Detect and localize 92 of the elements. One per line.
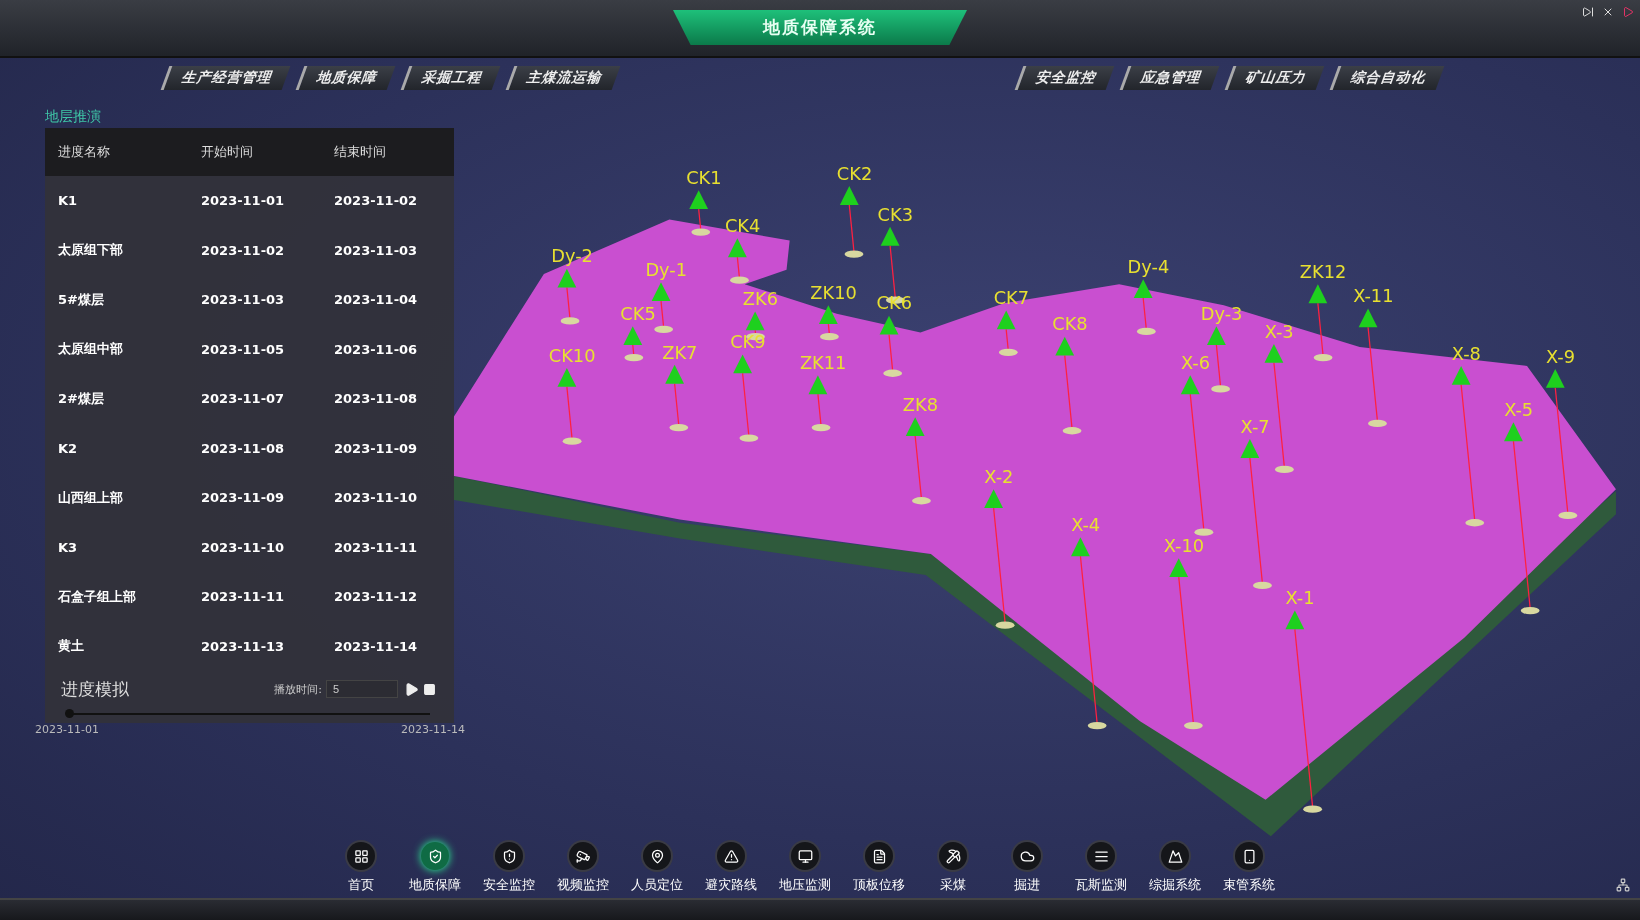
table-cell-text: 2023-11-10 xyxy=(333,490,419,506)
borehole-label: X-7 xyxy=(1240,416,1270,437)
borehole-label: CK3 xyxy=(877,204,913,225)
borehole-label: CK1 xyxy=(686,168,722,188)
simulation-label: 进度模拟 xyxy=(61,677,130,701)
borehole-label: CK4 xyxy=(724,216,761,237)
table-cell-text: 2023-11-03 xyxy=(333,242,419,258)
table-cell-text: 黄土 xyxy=(57,637,85,656)
dock-item[interactable]: 视频监控 xyxy=(546,842,620,894)
start-date: 2023-11-01 xyxy=(35,723,99,736)
borehole-label: ZK12 xyxy=(1299,262,1347,283)
borehole-label: X-9 xyxy=(1546,346,1575,367)
borehole-label: Dy-2 xyxy=(551,246,593,267)
table-cell-text: K1 xyxy=(57,193,79,209)
dock-item[interactable]: 束管系统 xyxy=(1212,842,1286,894)
borehole-label: Dy-3 xyxy=(1200,303,1243,324)
table-cell-text: 2023-11-12 xyxy=(333,589,419,605)
borehole-label: X-6 xyxy=(1181,353,1210,374)
table-cell-text: 2023-11-02 xyxy=(200,242,286,258)
table-cell-text: 2023-11-05 xyxy=(200,341,286,357)
play-time-field[interactable]: 5 xyxy=(326,680,398,698)
table-cell-text: 5#煤层 xyxy=(57,290,105,309)
nav-tab[interactable]: 安全监控 xyxy=(1014,66,1115,90)
table-cell-text: 2023-11-04 xyxy=(333,292,419,308)
table-cell-text: 2#煤层 xyxy=(57,389,105,408)
table-cell-text: K2 xyxy=(57,440,79,456)
borehole-label: ZK10 xyxy=(810,283,857,303)
table-cell-text: 2023-11-10 xyxy=(200,539,286,555)
table-cell-text: 2023-11-02 xyxy=(333,193,419,209)
borehole-label: X-8 xyxy=(1451,343,1481,364)
borehole-label: CK8 xyxy=(1052,314,1088,335)
table-cell-text: 2023-11-08 xyxy=(200,440,286,456)
borehole-label: CK2 xyxy=(836,163,873,184)
borehole-label: CK5 xyxy=(620,303,656,324)
table-cell-text: 2023-11-06 xyxy=(333,341,419,357)
table-cell-text: 2023-11-03 xyxy=(200,292,286,308)
borehole-label: X-2 xyxy=(984,467,1014,487)
dock-item[interactable]: 人员定位 xyxy=(620,842,694,894)
borehole-label: Dy-1 xyxy=(645,260,688,280)
dock-item[interactable]: 地压监测 xyxy=(768,842,842,894)
table-cell-text: K3 xyxy=(57,539,79,555)
nav-tab[interactable]: 生产经营管理 xyxy=(160,66,291,90)
table-cell-text: 2023-11-09 xyxy=(200,490,286,506)
panel-title: 地层推演 xyxy=(44,108,102,126)
borehole-label: ZK8 xyxy=(902,394,938,415)
table-cell-text: 2023-11-13 xyxy=(200,638,286,654)
window-title: 地质保障系统 xyxy=(673,10,967,45)
nav-tab[interactable]: 应急管理 xyxy=(1119,66,1220,90)
nav-tab[interactable]: 综合自动化 xyxy=(1329,66,1445,90)
borehole-label: CK7 xyxy=(993,288,1030,309)
table-cell-text: 太原组下部 xyxy=(57,241,124,260)
column-header: 进度名称 xyxy=(57,143,111,161)
end-date: 2023-11-14 xyxy=(401,723,465,736)
table-cell-text: 石盒子组上部 xyxy=(57,587,137,606)
dock-item[interactable]: 瓦斯监测 xyxy=(1064,842,1138,894)
nav-tab[interactable]: 采掘工程 xyxy=(400,66,501,90)
dock-item[interactable]: 避灾路线 xyxy=(694,842,768,894)
borehole-label: X-5 xyxy=(1504,400,1534,421)
borehole-label: ZK7 xyxy=(662,342,698,363)
column-header: 开始时间 xyxy=(200,143,254,161)
dock-item[interactable]: 安全监控 xyxy=(472,842,546,894)
borehole-label: CK10 xyxy=(548,345,596,366)
nav-tab[interactable]: 地质保障 xyxy=(295,66,396,90)
nav-tab[interactable]: 主煤流运输 xyxy=(505,66,621,90)
table-cell-text: 2023-11-11 xyxy=(200,589,286,605)
borehole-label: ZK6 xyxy=(742,289,778,310)
borehole-label: X-10 xyxy=(1163,536,1205,556)
dock-item[interactable]: 综掘系统 xyxy=(1138,842,1212,894)
dock-item[interactable]: 采煤 xyxy=(916,842,990,894)
borehole-label: ZK11 xyxy=(799,353,847,374)
dock-item[interactable]: 掘进 xyxy=(990,842,1064,894)
dock-item[interactable]: 地质保障 xyxy=(398,842,472,894)
table-cell-text: 山西组上部 xyxy=(57,488,124,507)
borehole-label: X-3 xyxy=(1264,321,1294,342)
borehole-label: CK6 xyxy=(876,293,912,314)
dock-item[interactable]: 顶板位移 xyxy=(842,842,916,894)
borehole-label: CK9 xyxy=(730,332,766,353)
borehole-label: X-4 xyxy=(1071,515,1101,536)
borehole-label: Dy-4 xyxy=(1127,256,1170,277)
table-cell-text: 太原组中部 xyxy=(57,340,124,359)
column-header: 结束时间 xyxy=(333,143,387,161)
table-cell-text: 2023-11-14 xyxy=(333,638,419,654)
borehole-label: X-11 xyxy=(1353,286,1394,307)
play-time-label: 播放时间: xyxy=(274,681,322,697)
table-cell-text: 2023-11-08 xyxy=(333,391,419,407)
table-cell-text: 2023-11-09 xyxy=(333,440,419,456)
table-cell-text: 2023-11-07 xyxy=(200,391,286,407)
dock-item[interactable]: 首页 xyxy=(324,842,398,894)
nav-tab[interactable]: 矿山压力 xyxy=(1224,66,1325,90)
table-cell-text: 2023-11-11 xyxy=(333,539,419,555)
table-cell-text: 2023-11-01 xyxy=(200,193,286,209)
borehole-label: X-1 xyxy=(1285,588,1315,609)
